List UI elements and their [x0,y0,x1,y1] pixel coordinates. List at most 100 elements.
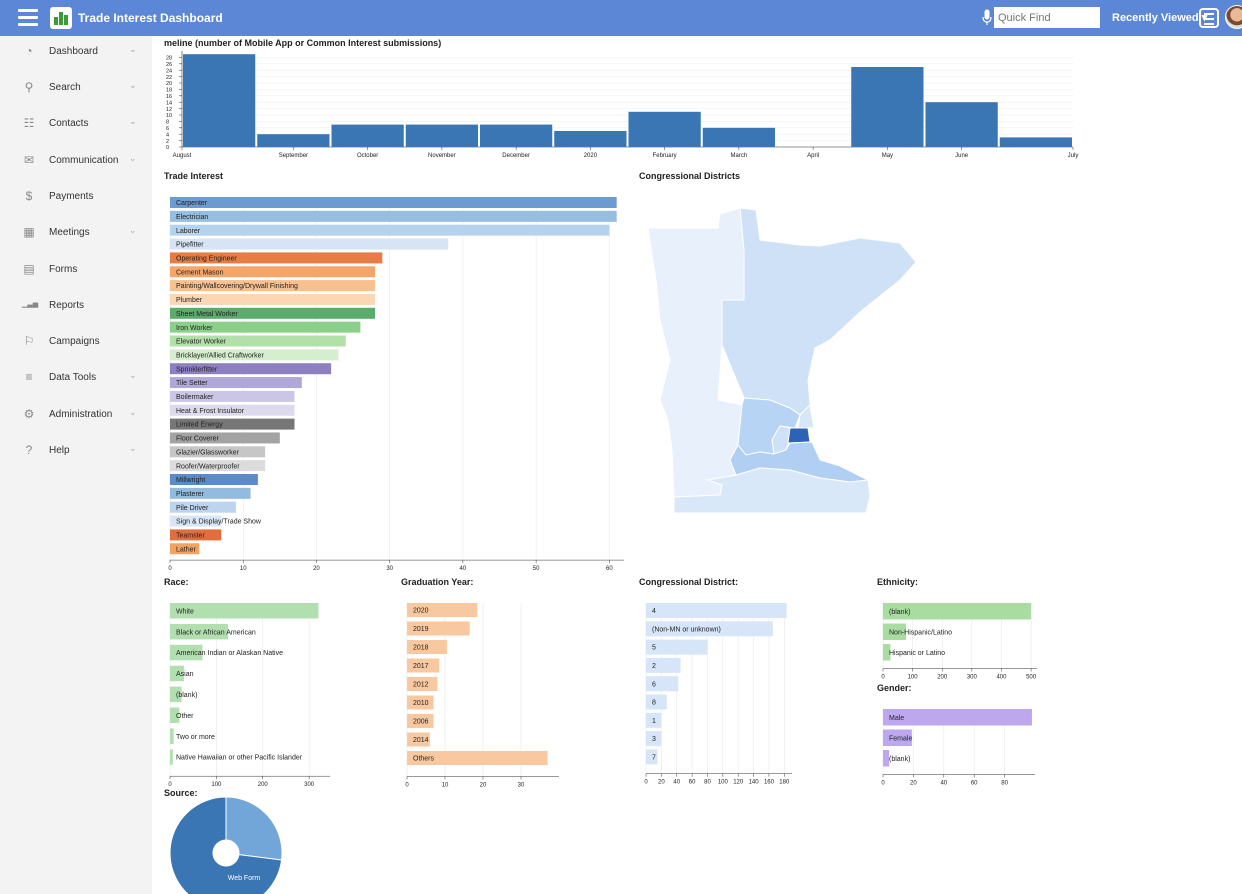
district-x-tick-label: 40 [673,780,680,786]
trade-bar-label: Sign & Display/Trade Show [176,519,262,526]
trade-bar [170,224,610,236]
trade-bar-label: Carpenter [176,200,208,207]
race-bar-label: (blank) [176,692,197,699]
trade-x-tick-label: 30 [386,566,393,572]
trade-bar-label: Millwright [176,477,205,484]
y-tick-label: 10 [166,113,172,119]
trade-x-tick-label: 20 [313,566,320,572]
dashboard-charts: 0246810121416182022242628August September… [166,51,1079,894]
source-chart: Mobile AppWeb Form [169,796,283,894]
y-tick-label: 18 [166,88,172,94]
timeline-bar [628,111,701,147]
timeline-bar [999,137,1072,147]
race-bar [170,749,173,765]
timeline-bar [554,131,627,147]
trade-bar-label: Boilermaker [176,394,214,401]
trade-bar-label: Tile Setter [176,380,208,387]
trade-bar [170,197,617,208]
district-x-tick-label: 180 [779,780,790,786]
gender-bar-label: Female [889,735,912,742]
y-tick-label: 28 [166,56,172,62]
y-tick-label: 2 [166,139,169,145]
y-tick-label: 20 [166,81,172,87]
trade-bar-label: Cement Mason [176,269,224,276]
district-bar-label: 5 [652,645,656,652]
grad-bar-label: Others [413,756,435,763]
district-bar-label: 3 [652,736,656,743]
timeline-bar [257,134,330,147]
trade-bar-label: Pile Driver [176,505,209,512]
trade-bar [170,238,449,250]
grad-bar-label: 2019 [413,626,429,633]
district-8-region[interactable] [721,207,917,416]
trade-bar-label: Iron Worker [176,325,213,332]
grad-chart: 2020 2019 2018 2017 2012 2010 2006 2014 Others 0 1… [405,603,559,789]
race-chart: White Black or African American American I… [168,603,330,788]
race-bar-label: Other [176,713,194,720]
trade-chart: Carpenter Electrician Laborer Pipefitter Ope… [168,197,624,572]
trade-bar-label: Limited Energy [176,422,223,429]
ethnicity-bar-label: Non-Hispanic/Latino [889,629,952,636]
district-5-region[interactable] [787,427,811,444]
race-bar-label: Asian [176,671,194,678]
grad-bar-label: 2017 [413,663,429,670]
district-x-tick-label: 0 [644,780,648,786]
grad-x-tick-label: 20 [480,783,487,789]
source-slice [225,796,283,861]
trade-bar-label: Sheet Metal Worker [176,311,238,318]
trade-bar-label: Sprinklerfitter [176,366,218,373]
trade-bar-label: Pipefitter [176,242,204,249]
timeline-x-label: December [502,153,530,159]
grad-x-tick-label: 10 [442,783,449,789]
y-tick-label: 4 [166,132,169,138]
timeline-x-label: May [882,153,893,159]
district-bar-label: 7 [652,755,656,762]
grad-bar-label: 2014 [413,737,429,744]
trade-bar-label: Laborer [176,228,201,235]
district-bar-label: 8 [652,700,656,707]
trade-bar-label: Plasterer [176,491,205,498]
trade-x-tick-label: 0 [168,566,172,572]
trade-bar-label: Heat & Frost Insulator [176,408,245,415]
race-x-tick-label: 100 [211,782,222,788]
y-tick-label: 6 [166,126,169,132]
grad-bar-label: 2010 [413,700,429,707]
race-bar-label: Black or African American [176,629,256,636]
timeline-x-label: August [173,153,192,159]
ethnicity-chart: (blank) Non-Hispanic/Latino Hispanic or La… [881,603,1037,681]
district-bar [646,603,787,618]
district-x-tick-label: 100 [718,780,729,786]
grad-bar-label: 2018 [413,645,429,652]
district-x-tick-label: 160 [764,780,775,786]
race-bar-label: White [176,608,194,615]
trade-x-tick-label: 40 [460,566,467,572]
grad-bar-label: 2020 [413,608,429,615]
timeline-bar [183,54,256,148]
timeline-x-label: March [731,153,748,159]
y-tick-label: 22 [166,75,172,81]
race-bar-label: Native Hawaiian or other Pacific Islande… [176,755,303,762]
trade-bar-label: Teamster [176,533,205,540]
district-bar-label: 1 [652,718,656,725]
district-bar-label: 2 [652,663,656,670]
timeline-x-label: October [357,153,378,159]
ethnicity-x-tick-label: 0 [881,675,885,681]
trade-bar-label: Floor Coverer [176,436,219,443]
race-bar [170,728,174,744]
gender-x-tick-label: 0 [881,781,885,787]
trade-x-tick-label: 50 [533,566,540,572]
district-chart: 4 (Non-MN or unknown) 5 2 6 8 1 3 7 0 20 40 60 80 100 1… [644,603,792,786]
ethnicity-x-tick-label: 100 [908,675,919,681]
timeline-bar [702,127,775,147]
race-bar-label: Two or more [176,734,215,741]
district-x-tick-label: 20 [658,780,665,786]
y-tick-label: 8 [166,120,169,126]
trade-x-tick-label: 10 [240,566,247,572]
gender-bar [883,709,1032,726]
trade-bar-label: Lather [176,546,197,553]
ethnicity-x-tick-label: 500 [1026,675,1037,681]
trade-bar-label: Operating Engineer [176,256,237,263]
timeline-x-label: July [1068,153,1079,159]
race-x-tick-label: 200 [258,782,269,788]
y-tick-label: 14 [166,100,172,106]
